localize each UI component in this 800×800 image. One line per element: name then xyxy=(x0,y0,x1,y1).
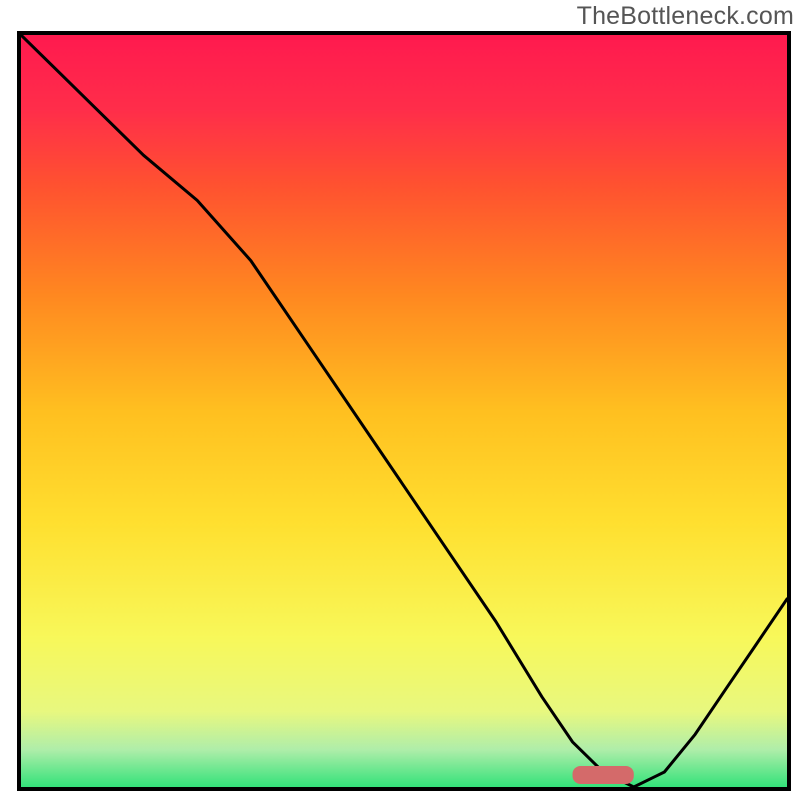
bottleneck-curve xyxy=(21,35,787,787)
chart-container: TheBottleneck.com xyxy=(0,0,800,800)
chart-overlay xyxy=(21,35,787,787)
watermark-text: TheBottleneck.com xyxy=(577,2,794,31)
optimal-region-marker xyxy=(573,766,634,784)
chart-plot-area xyxy=(17,31,791,791)
